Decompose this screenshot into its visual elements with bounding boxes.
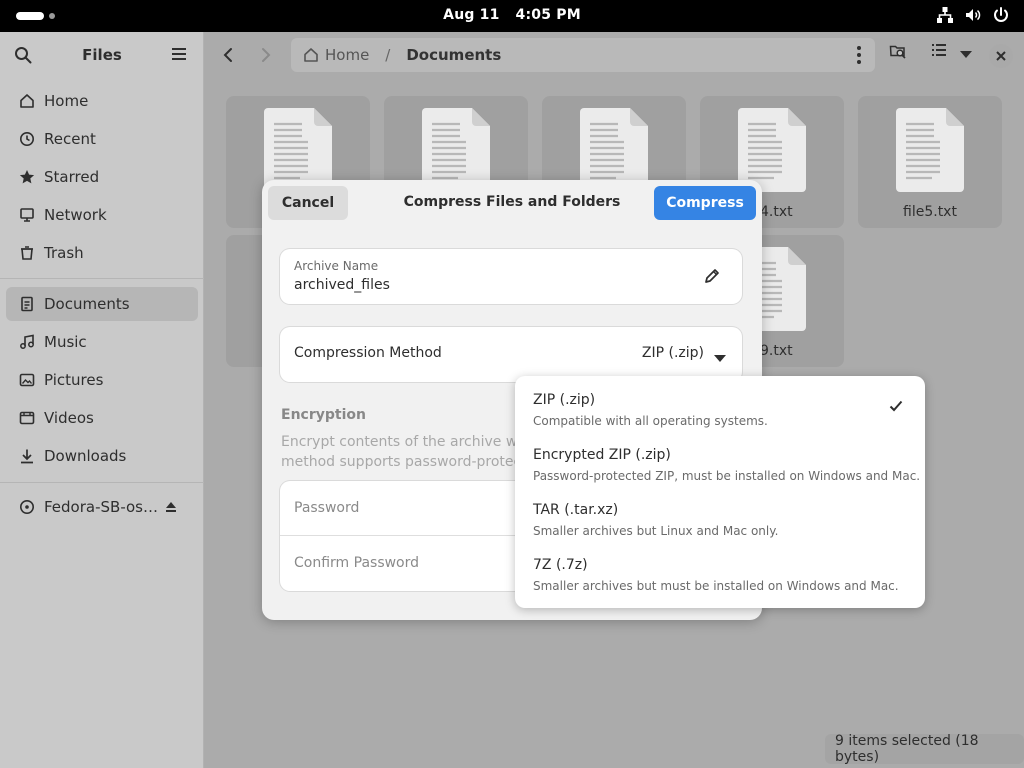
header-bar: Home / Documents — [205, 32, 1024, 78]
option-description: Compatible with all operating systems. — [533, 414, 768, 428]
compression-method-value[interactable]: ZIP (.zip) — [642, 345, 704, 361]
sidebar-item-label: Starred — [44, 168, 100, 186]
checkmark-icon — [889, 400, 903, 416]
option-description: Password-protected ZIP, must be installe… — [533, 469, 921, 483]
sidebar-item-documents[interactable]: Documents — [6, 287, 198, 321]
power-icon — [992, 6, 1010, 24]
sidebar-item-label: Home — [44, 92, 89, 110]
file-name: file5.txt — [903, 204, 957, 220]
system-tray[interactable] — [936, 6, 1010, 24]
sidebar-item-pictures[interactable]: Pictures — [6, 363, 198, 397]
network-icon — [18, 206, 36, 224]
option-title: TAR (.tar.xz) — [533, 502, 619, 518]
sidebar-item-label: Documents — [44, 295, 130, 313]
sidebar-item-label: Videos — [44, 409, 94, 427]
eject-icon[interactable] — [164, 500, 178, 518]
home-icon — [18, 92, 36, 110]
sidebar-item-label: Recent — [44, 130, 96, 148]
sidebar-item-network[interactable]: Network — [6, 198, 198, 232]
archive-name-input[interactable]: archived_files — [294, 277, 390, 293]
sidebar-item-videos[interactable]: Videos — [6, 401, 198, 435]
back-button[interactable] — [215, 42, 241, 68]
option-zip[interactable]: ZIP (.zip) Compatible with all operating… — [533, 392, 913, 442]
star-icon — [18, 168, 36, 186]
more-options-icon[interactable] — [857, 46, 861, 68]
download-icon — [18, 447, 36, 465]
hamburger-menu-icon[interactable] — [171, 47, 187, 65]
archive-name-field[interactable]: Archive Name archived_files — [280, 249, 742, 304]
compression-method-popover: ZIP (.zip) Compatible with all operating… — [515, 376, 925, 608]
pencil-icon[interactable] — [704, 268, 720, 288]
sidebar-item-fedora-volume[interactable]: Fedora-SB-os… — [6, 490, 198, 524]
archive-name-label: Archive Name — [294, 259, 379, 273]
music-icon — [18, 333, 36, 351]
breadcrumb-current[interactable]: Documents — [406, 46, 501, 64]
breadcrumb-home-label: Home — [325, 46, 370, 64]
trash-icon — [18, 244, 36, 262]
breadcrumb-home[interactable]: Home — [303, 46, 369, 64]
sidebar-item-recent[interactable]: Recent — [6, 122, 198, 156]
list-view-icon[interactable] — [931, 42, 947, 62]
video-icon — [18, 409, 36, 427]
clock-icon — [18, 130, 36, 148]
compress-button[interactable]: Compress — [654, 186, 756, 220]
option-title: 7Z (.7z) — [533, 557, 588, 573]
encryption-title: Encryption — [281, 407, 366, 423]
sidebar-item-starred[interactable]: Starred — [6, 160, 198, 194]
encryption-description: Encrypt contents of the archive with met… — [281, 432, 521, 476]
volume-icon — [964, 6, 982, 24]
encryption-description-line: Encrypt contents of the archive with — [281, 434, 521, 450]
selection-status: 9 items selected (18 bytes) — [825, 733, 1024, 765]
dropdown-arrow-icon[interactable] — [714, 351, 726, 367]
sidebar-item-downloads[interactable]: Downloads — [6, 439, 198, 473]
sidebar-item-label: Fedora-SB-os… — [44, 498, 159, 516]
file-tile[interactable]: file5.txt — [858, 96, 1002, 228]
chevron-right-icon — [262, 48, 271, 62]
sidebar-item-label: Pictures — [44, 371, 104, 389]
sidebar-item-label: Network — [44, 206, 107, 224]
home-icon — [304, 48, 318, 62]
option-description: Smaller archives but Linux and Mac only. — [533, 524, 779, 538]
confirm-password-input[interactable]: Confirm Password — [294, 555, 419, 571]
compression-method-label: Compression Method — [294, 345, 442, 361]
chevron-left-icon — [223, 48, 232, 62]
disc-icon — [18, 498, 36, 516]
close-icon — [996, 51, 1006, 61]
option-tar[interactable]: TAR (.tar.xz) Smaller archives but Linux… — [533, 502, 913, 552]
option-title: ZIP (.zip) — [533, 392, 596, 408]
clock[interactable]: Aug 11 4:05 PM — [0, 7, 1024, 23]
sidebar-divider — [0, 482, 204, 483]
sidebar-item-label: Downloads — [44, 447, 127, 465]
breadcrumb-separator: / — [385, 46, 391, 64]
forward-button[interactable] — [253, 42, 279, 68]
encryption-description-line: method supports password-protecti — [281, 454, 521, 470]
option-title: Encrypted ZIP (.zip) — [533, 447, 671, 463]
sidebar-item-music[interactable]: Music — [6, 325, 198, 359]
top-bar: Aug 11 4:05 PM — [0, 0, 1024, 32]
path-bar[interactable]: Home / Documents — [291, 38, 875, 72]
password-input[interactable]: Password — [294, 500, 359, 516]
sidebar-item-home[interactable]: Home — [6, 84, 198, 118]
sidebar-item-label: Trash — [44, 244, 84, 262]
clock-date: Aug 11 — [443, 7, 500, 23]
sidebar-divider — [0, 278, 204, 279]
chevron-down-icon[interactable] — [959, 48, 973, 64]
sidebar: Files Home Recent Starred Network Trash — [0, 32, 204, 768]
sidebar-item-trash[interactable]: Trash — [6, 236, 198, 270]
text-file-icon — [896, 108, 964, 192]
sidebar-item-label: Music — [44, 333, 87, 351]
compression-method-row[interactable]: Compression Method ZIP (.zip) — [280, 327, 742, 382]
document-icon — [18, 295, 36, 313]
option-7z[interactable]: 7Z (.7z) Smaller archives but must be in… — [533, 557, 913, 607]
sidebar-header: Files — [0, 32, 203, 78]
network-icon — [936, 6, 954, 24]
option-description: Smaller archives but must be installed o… — [533, 579, 899, 593]
option-encrypted-zip[interactable]: Encrypted ZIP (.zip) Password-protected … — [533, 447, 920, 497]
close-button[interactable] — [989, 44, 1013, 68]
clock-time: 4:05 PM — [515, 7, 581, 23]
picture-icon — [18, 371, 36, 389]
search-location-icon[interactable] — [889, 42, 907, 64]
